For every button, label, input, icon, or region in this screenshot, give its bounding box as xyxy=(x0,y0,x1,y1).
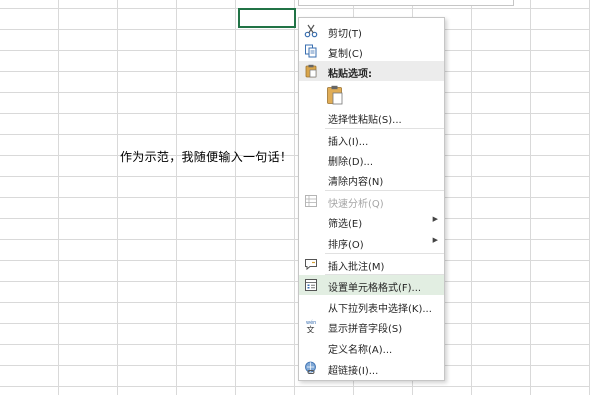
menu-item-show-phonetic[interactable]: wén 文 显示拼音字段(S) xyxy=(299,316,444,336)
menu-item-insert-comment[interactable]: 插入批注(M) xyxy=(299,254,444,274)
submenu-arrow-icon: ▶ xyxy=(432,215,438,223)
menu-item-paste-special[interactable]: 选择性粘贴(S)... xyxy=(299,107,444,127)
spreadsheet-grid[interactable] xyxy=(0,0,590,395)
quick-analysis-icon xyxy=(303,193,319,209)
menu-item-copy[interactable]: 复制(C) xyxy=(299,41,444,61)
menu-item-delete[interactable]: 删除(D)... xyxy=(299,149,444,169)
menu-item-label: 清除内容(N) xyxy=(328,177,384,188)
menu-item-pick-from-list[interactable]: 从下拉列表中选择(K)... xyxy=(299,296,444,316)
phonetic-icon: wén 文 xyxy=(303,318,319,334)
menu-item-label: 筛选(E) xyxy=(328,219,363,230)
menu-item-cut[interactable]: 剪切(T) xyxy=(299,21,444,41)
menu-item-label: 插入(I)... xyxy=(328,137,369,148)
scissors-icon xyxy=(303,23,319,39)
format-cells-icon xyxy=(303,277,319,293)
clipboard-icon xyxy=(325,84,345,106)
menu-item-label: 超链接(I)... xyxy=(328,366,379,377)
menu-item-label: 定义名称(A)... xyxy=(328,345,393,356)
menu-item-label: 显示拼音字段(S) xyxy=(328,324,403,335)
svg-text:文: 文 xyxy=(307,325,315,334)
hyperlink-icon xyxy=(303,360,319,376)
menu-item-filter[interactable]: 筛选(E) ▶ xyxy=(299,211,444,231)
paste-option-keep[interactable] xyxy=(299,82,444,108)
menu-item-quick-analysis: 快速分析(Q) xyxy=(299,191,444,211)
copy-icon xyxy=(303,43,319,59)
clipboard-icon xyxy=(303,63,319,79)
menu-item-format-cells[interactable]: 设置单元格格式(F)... xyxy=(299,275,444,295)
submenu-arrow-icon: ▶ xyxy=(432,236,438,244)
context-menu: 剪切(T) 复制(C) 粘贴选项: 选择性粘贴(S)... 插入(I)... 删… xyxy=(298,17,445,381)
menu-header-paste-options: 粘贴选项: xyxy=(299,61,444,81)
active-cell[interactable] xyxy=(238,8,296,28)
menu-item-label: 复制(C) xyxy=(328,49,363,60)
menu-item-label: 剪切(T) xyxy=(328,29,362,40)
menu-item-clear-contents[interactable]: 清除内容(N) xyxy=(299,169,444,189)
menu-item-label: 排序(O) xyxy=(328,240,364,251)
menu-item-insert[interactable]: 插入(I)... xyxy=(299,129,444,149)
menu-item-label: 设置单元格格式(F)... xyxy=(328,283,422,294)
menu-item-label: 删除(D)... xyxy=(328,157,374,168)
menu-item-label: 插入批注(M) xyxy=(328,262,385,273)
menu-item-label: 粘贴选项: xyxy=(328,69,372,80)
comment-icon xyxy=(303,256,319,272)
cell-content[interactable]: 作为示范，我随便输入一句话！ xyxy=(120,148,292,165)
menu-item-label: 从下拉列表中选择(K)... xyxy=(328,304,432,315)
menu-item-sort[interactable]: 排序(O) ▶ xyxy=(299,232,444,252)
menu-item-hyperlink[interactable]: 超链接(I)... xyxy=(299,358,444,378)
menu-item-label: 选择性粘贴(S)... xyxy=(328,115,402,126)
menu-item-label: 快速分析(Q) xyxy=(328,199,384,210)
popup-edge xyxy=(298,0,514,6)
menu-item-define-name[interactable]: 定义名称(A)... xyxy=(299,337,444,357)
